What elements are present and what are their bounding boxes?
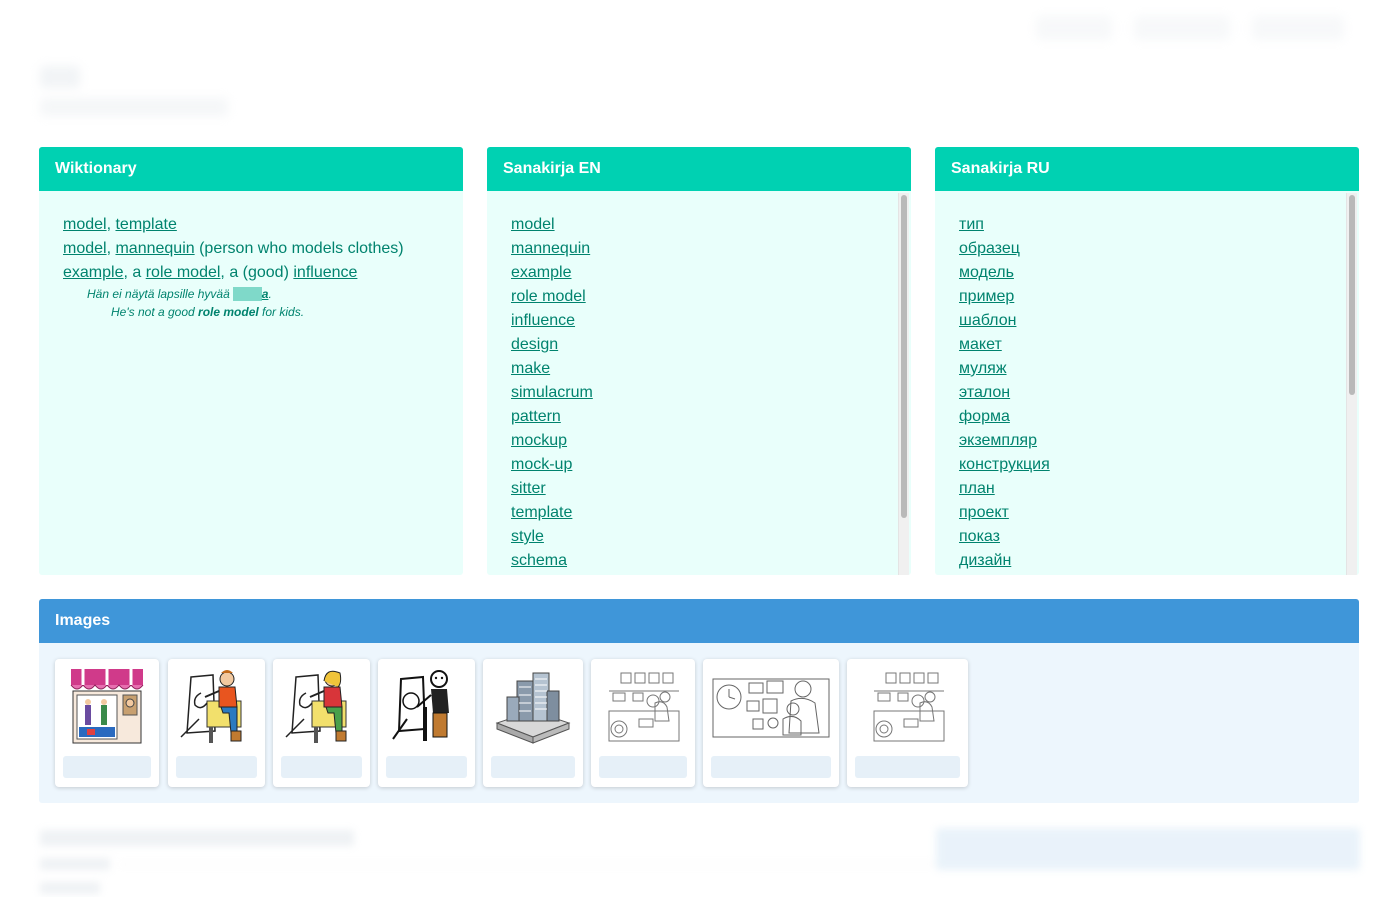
page-title [40,66,80,88]
kitchen-icon [873,672,944,742]
en-word-link[interactable]: mannequin [511,237,887,261]
nav-item[interactable] [1252,16,1344,40]
en-word-link[interactable]: template [511,501,887,525]
nav-item[interactable] [1134,16,1230,40]
ru-word-link[interactable]: муляж [959,357,1335,381]
person-drawing-icon [284,670,346,743]
image-caption [386,756,467,778]
images-panel: Images [39,599,1359,803]
en-word-link[interactable]: style [511,525,887,549]
shop-window-icon [70,669,144,744]
translation-link[interactable]: influence [293,264,357,281]
sanakirja-en-card-title: Sanakirja EN [487,147,911,191]
ru-word-link[interactable]: тип [959,213,1335,237]
person-drawing-icon [179,670,241,743]
wiktionary-card-title: Wiktionary [39,147,463,191]
wiktionary-card: Wiktionary model, template model, manneq… [39,147,463,575]
image-tile[interactable] [591,659,695,787]
ru-word-link[interactable]: шаблон [959,309,1335,333]
translation-link[interactable]: role model [146,264,221,281]
sanakirja-ru-card-title: Sanakirja RU [935,147,1359,191]
sanakirja-en-card: Sanakirja EN model mannequin example role m… [487,147,911,575]
en-word-link[interactable]: role model [511,285,887,309]
kitchen-icon [608,672,680,742]
ru-word-link[interactable]: экземпляр [959,429,1335,453]
en-word-link[interactable]: sitter [511,477,887,501]
images-panel-title: Images [39,599,1359,643]
sanakirja-ru-word-list: тип образец модель пример шаблон макет муляж эт… [935,191,1359,575]
example-highlight: malli [233,287,262,301]
en-word-link[interactable]: influence [511,309,887,333]
sanakirja-ru-card: Sanakirja RU тип образец модель пример шабло… [935,147,1359,575]
ru-word-link[interactable]: дизайн [959,549,1335,573]
nav-item[interactable] [1036,16,1112,40]
definition-line: model, template [63,213,439,237]
image-tile[interactable] [703,659,839,787]
en-word-link[interactable]: mockup [511,429,887,453]
example-sentence-en: He's not a good role model for kids. [63,303,439,321]
sanakirja-ru-scrollbar[interactable] [1346,193,1357,575]
image-tile[interactable] [483,659,583,787]
translation-link[interactable]: model [63,216,107,233]
en-word-link[interactable]: mock-up [511,453,887,477]
example-text: He's not a good [111,305,199,319]
separator: , a (good) [220,264,294,281]
example-bold: role model [198,305,259,319]
image-caption [63,756,151,778]
ru-word-link[interactable]: показ [959,525,1335,549]
ru-word-link[interactable]: проект [959,501,1335,525]
image-tile[interactable] [168,659,265,787]
ru-word-link[interactable]: план [959,477,1335,501]
en-word-link[interactable]: schema [511,549,887,573]
scrollbar-thumb[interactable] [1349,195,1355,395]
page-subtitle [40,98,228,116]
sanakirja-en-scrollbar[interactable] [898,193,909,575]
translation-link[interactable]: template [115,216,176,233]
en-word-link[interactable]: simulacrum [511,381,887,405]
sanakirja-en-word-list: model mannequin example role model influence… [487,191,911,575]
example-text: . [268,287,272,301]
definition-line: model, mannequin (person who models clot… [63,237,439,261]
image-caption [711,756,831,778]
ru-word-link[interactable]: форма [959,405,1335,429]
image-tile[interactable] [55,659,159,787]
definition-line: example, a role model, a (good) influenc… [63,261,439,285]
building-model-icon [495,672,571,744]
image-tile[interactable] [273,659,370,787]
ru-word-link[interactable]: конструкция [959,453,1335,477]
en-word-link[interactable]: design [511,333,887,357]
image-caption [491,756,575,778]
en-word-link[interactable]: example [511,261,887,285]
image-tile[interactable] [847,659,968,787]
en-word-link[interactable]: model [511,213,887,237]
ru-word-link[interactable]: модель [959,261,1335,285]
wiktionary-card-body: model, template model, mannequin (person… [39,191,463,575]
translation-link[interactable]: example [63,264,123,281]
ru-word-link[interactable]: образец [959,237,1335,261]
image-caption [176,756,257,778]
page-header [40,66,228,116]
en-word-link[interactable]: make [511,357,887,381]
definition-note: (person who models clothes) [194,240,404,257]
clock-wall-icon [712,678,830,738]
en-word-link[interactable]: pattern [511,405,887,429]
person-drawing-icon [391,670,449,741]
example-sentence-fi: Hän ei näytä lapsille hyvää mallia. [63,285,439,303]
image-caption [281,756,362,778]
ru-word-link[interactable]: пример [959,285,1335,309]
example-text: Hän ei näytä lapsille hyvää [87,287,234,301]
image-caption [599,756,687,778]
top-navigation [1036,16,1344,40]
scrollbar-thumb[interactable] [901,195,907,518]
example-text: for kids. [258,305,305,319]
image-caption [855,756,960,778]
blurred-footer-section [40,828,1360,897]
ru-word-link[interactable]: макет [959,333,1335,357]
translation-link[interactable]: model [63,240,107,257]
separator: , a [123,264,146,281]
ru-word-link[interactable]: эталон [959,381,1335,405]
translation-link[interactable]: mannequin [115,240,194,257]
image-tile[interactable] [378,659,475,787]
